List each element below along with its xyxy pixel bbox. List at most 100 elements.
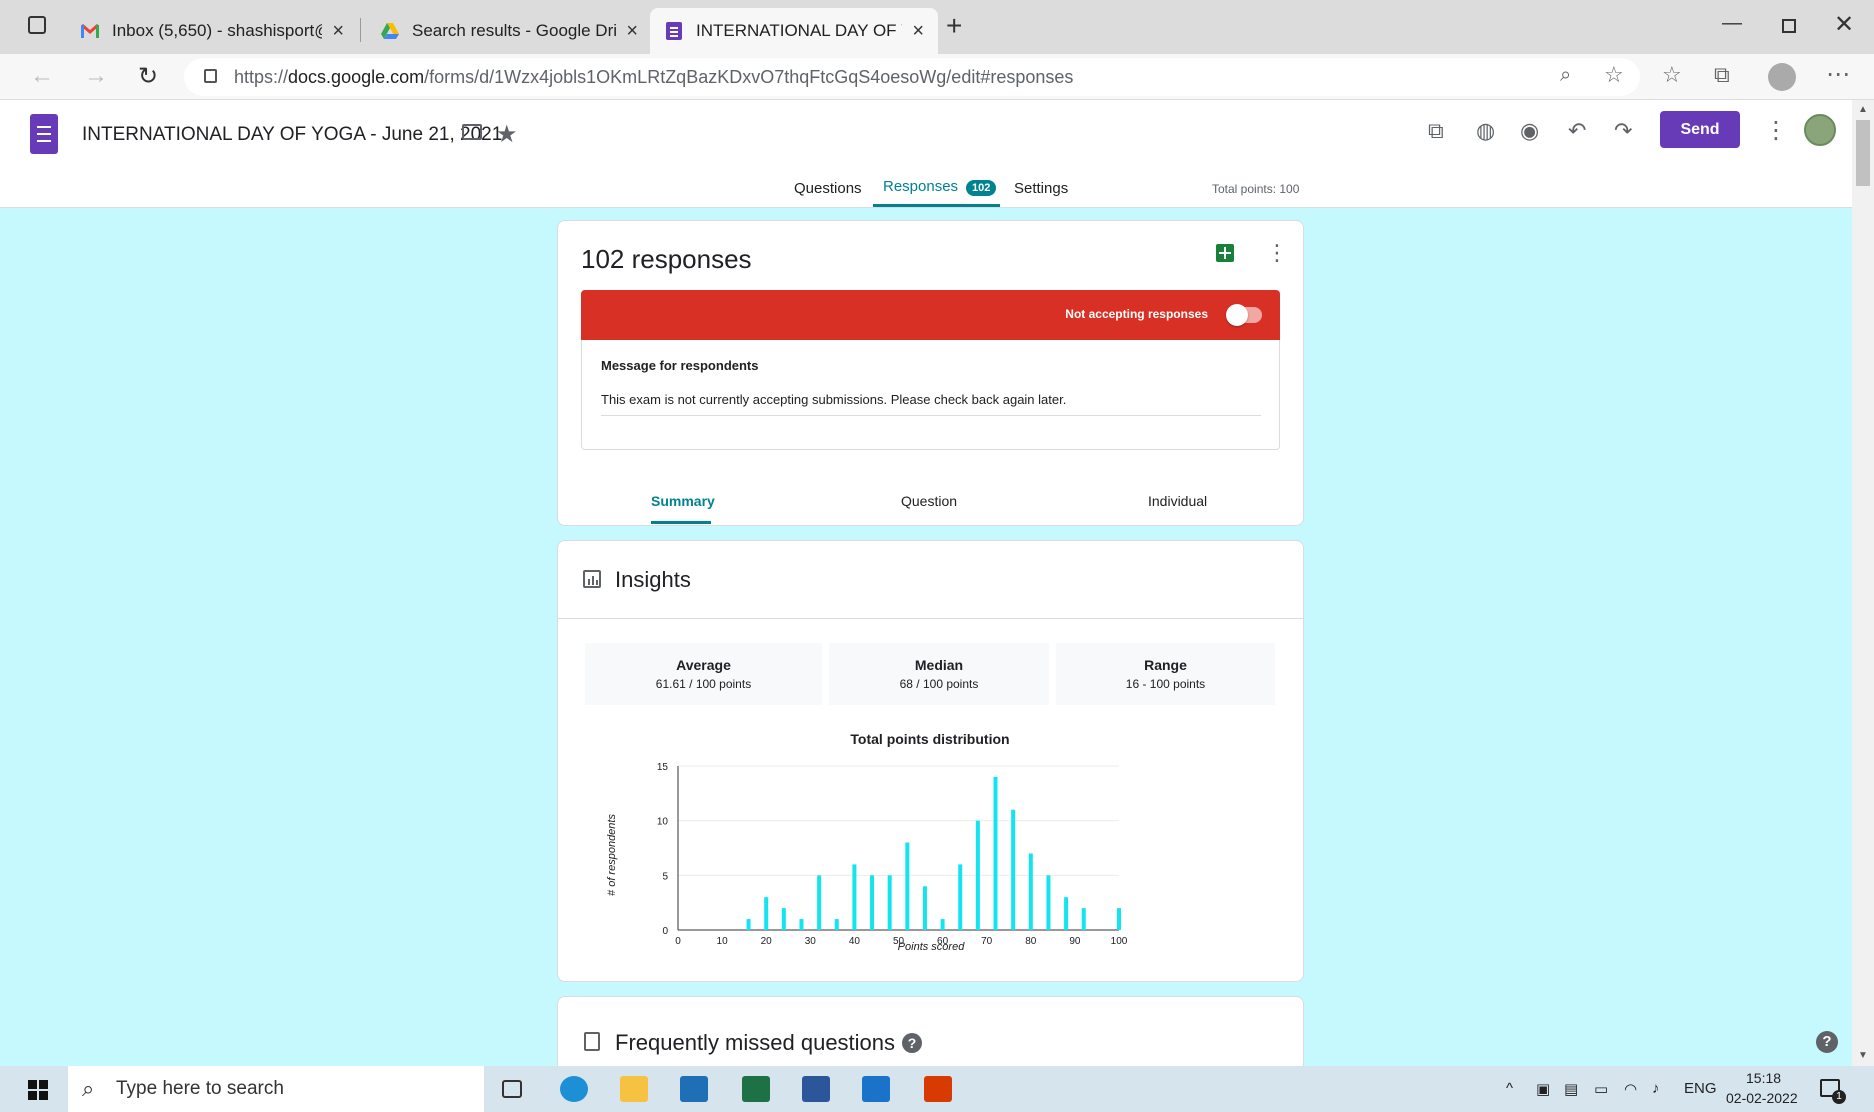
new-tab-button[interactable]: + <box>946 10 962 42</box>
clock-time[interactable]: 15:18 <box>1746 1070 1781 1086</box>
bar[interactable] <box>834 919 839 930</box>
bar[interactable] <box>817 875 822 930</box>
folder-icon[interactable] <box>462 124 482 140</box>
volume-icon[interactable]: ♪ <box>1652 1080 1660 1097</box>
close-tab-icon[interactable]: × <box>912 20 924 43</box>
tab-actions-icon[interactable] <box>28 16 46 34</box>
forward-icon[interactable]: → <box>84 62 108 90</box>
scroll-down-arrow[interactable]: ▼ <box>1858 1050 1868 1061</box>
language-indicator[interactable]: ENG <box>1684 1080 1717 1097</box>
taskbar: ⌕ Type here to search ^ ▣ ▤ ▭ ◠ ♪ ENG 15… <box>0 1066 1874 1112</box>
restore-icon[interactable] <box>1782 19 1796 33</box>
page-help-icon[interactable]: ? <box>1816 1031 1838 1053</box>
browser-tab-gmail[interactable]: Inbox (5,650) - shashisport@gm × <box>66 8 358 54</box>
accepting-responses-toggle[interactable] <box>1226 304 1262 326</box>
tab-settings[interactable]: Settings <box>1014 180 1068 197</box>
y-tick-label: 15 <box>657 762 669 773</box>
profile-icon[interactable] <box>1768 63 1796 91</box>
tab-questions[interactable]: Questions <box>794 180 862 197</box>
preview-eye-icon[interactable]: ◉ <box>1520 118 1539 144</box>
bar[interactable] <box>993 776 998 930</box>
bar[interactable] <box>922 886 927 930</box>
undo-icon[interactable]: ↶ <box>1568 118 1586 144</box>
avatar[interactable] <box>1804 114 1836 146</box>
form-title[interactable]: INTERNATIONAL DAY OF YOGA - June 21, 202… <box>82 124 502 146</box>
reload-icon[interactable]: ↻ <box>138 62 158 91</box>
subtab-individual[interactable]: Individual <box>1148 493 1207 509</box>
word-icon[interactable] <box>802 1076 830 1102</box>
bar[interactable] <box>905 842 910 930</box>
stat-average: Average 61.61 / 100 points <box>585 643 822 705</box>
link-to-sheets-icon[interactable] <box>1216 244 1234 262</box>
dell-app-icon[interactable] <box>680 1076 708 1102</box>
clock-date[interactable]: 02-02-2022 <box>1726 1090 1798 1106</box>
bar[interactable] <box>1028 853 1033 930</box>
addons-icon[interactable]: ⧉ <box>1428 118 1444 144</box>
bar[interactable] <box>1081 908 1086 930</box>
url-prefix: https:// <box>234 66 289 87</box>
close-tab-icon[interactable]: × <box>626 20 638 43</box>
help-icon[interactable]: ? <box>902 1033 922 1053</box>
windows-start-icon[interactable] <box>28 1080 48 1100</box>
minimize-icon[interactable]: — <box>1722 12 1742 35</box>
palette-icon[interactable]: ◍ <box>1476 118 1495 144</box>
bar[interactable] <box>764 897 769 930</box>
tab-responses[interactable]: Responses 102 <box>883 178 997 196</box>
redo-icon[interactable]: ↷ <box>1614 118 1632 144</box>
url-field[interactable]: https://docs.google.com/forms/d/1Wzx4job… <box>184 58 1640 96</box>
bar[interactable] <box>1117 908 1121 930</box>
collections-icon[interactable]: ⧉ <box>1714 62 1730 88</box>
scroll-up-arrow[interactable]: ▲ <box>1858 104 1868 115</box>
close-tab-icon[interactable]: × <box>332 20 344 43</box>
back-icon[interactable]: ← <box>30 62 54 90</box>
file-explorer-icon[interactable] <box>620 1076 648 1102</box>
accepting-responses-label: Not accepting responses <box>1065 307 1208 321</box>
points-distribution-chart: Total points distribution 0 5 10 15 0 10 20 30 4… <box>606 731 1128 953</box>
more-options-icon[interactable]: ⋮ <box>1764 116 1788 145</box>
bar[interactable] <box>958 864 963 930</box>
close-window-icon[interactable]: ✕ <box>1834 10 1854 39</box>
excel-icon[interactable] <box>742 1076 770 1102</box>
display-icon[interactable]: ▤ <box>1564 1080 1578 1098</box>
send-button[interactable]: Send <box>1660 111 1740 148</box>
subtab-question[interactable]: Question <box>901 493 957 509</box>
show-hidden-icons[interactable]: ^ <box>1506 1080 1513 1097</box>
more-icon[interactable]: ⋯ <box>1826 60 1850 89</box>
url-path: /forms/d/1Wzx4jobls1OKmLRtZqBazKDxvO7thq… <box>424 66 1074 87</box>
star-icon[interactable]: ★ <box>496 120 518 149</box>
taskbar-search-input[interactable]: ⌕ Type here to search <box>68 1066 484 1112</box>
stat-name: Range <box>1144 657 1187 673</box>
browser-tab-drive[interactable]: Search results - Google Drive × <box>366 8 652 54</box>
meet-now-icon[interactable]: ▣ <box>1536 1080 1550 1098</box>
edge-icon[interactable] <box>560 1076 588 1102</box>
wifi-icon[interactable]: ◠ <box>1624 1080 1637 1098</box>
bar[interactable] <box>975 820 980 930</box>
responses-more-icon[interactable]: ⋮ <box>1266 240 1288 266</box>
task-view-icon[interactable] <box>502 1080 522 1098</box>
bar[interactable] <box>781 908 786 930</box>
add-favorite-icon[interactable]: ☆ <box>1604 62 1624 88</box>
bar[interactable] <box>1011 809 1016 930</box>
bar[interactable] <box>887 875 892 930</box>
bar[interactable] <box>870 875 875 930</box>
browser-tab-forms[interactable]: INTERNATIONAL DAY OF YOGA - × <box>650 8 938 54</box>
bar[interactable] <box>940 919 945 930</box>
page-scrollbar[interactable]: ▲ ▼ <box>1852 100 1874 1066</box>
message-text-field[interactable]: This exam is not currently accepting sub… <box>601 392 1261 416</box>
address-bar: ← → ↻ https://docs.google.com/forms/d/1W… <box>0 54 1874 100</box>
bar[interactable] <box>1046 875 1051 930</box>
bar[interactable] <box>799 919 804 930</box>
x-tick-label: 100 <box>1111 936 1128 947</box>
subtab-summary[interactable]: Summary <box>651 493 715 509</box>
office-icon[interactable] <box>924 1076 952 1102</box>
mail-icon[interactable] <box>862 1076 890 1102</box>
forms-logo-icon[interactable] <box>30 114 58 154</box>
scrollbar-thumb[interactable] <box>1856 120 1870 186</box>
bar[interactable] <box>852 864 857 930</box>
favorites-icon[interactable]: ☆ <box>1662 62 1682 88</box>
battery-icon[interactable]: ▭ <box>1594 1080 1608 1098</box>
zoom-icon[interactable]: ⌕ <box>1560 64 1571 87</box>
bar[interactable] <box>746 919 751 930</box>
bar[interactable] <box>1064 897 1069 930</box>
search-icon: ⌕ <box>82 1076 95 1101</box>
